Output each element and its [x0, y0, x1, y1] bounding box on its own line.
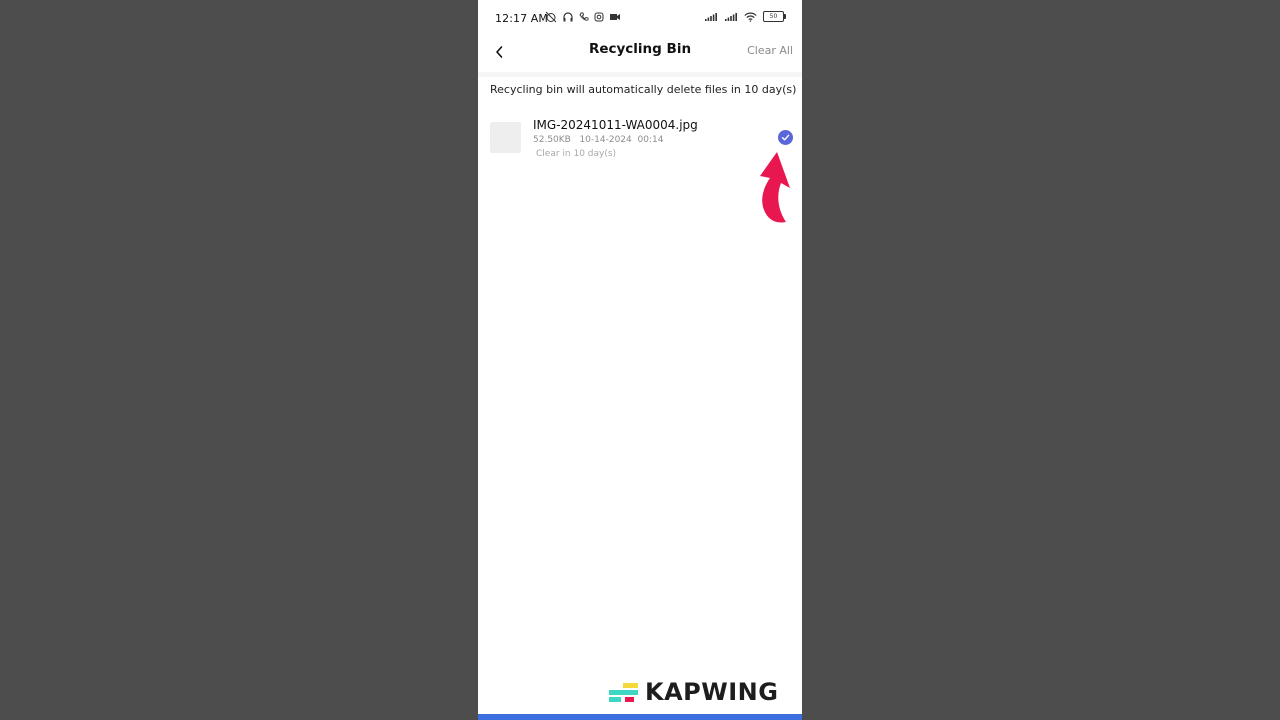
- file-thumbnail: [490, 122, 521, 153]
- watermark-text: KAPWING: [645, 678, 779, 706]
- kapwing-watermark: KAPWING: [609, 678, 778, 706]
- wifi-icon: [744, 12, 757, 22]
- instagram-icon: [594, 12, 604, 22]
- battery-icon: 50: [763, 11, 786, 22]
- status-time: 12:17 AM: [495, 12, 549, 25]
- status-system-icons: 50: [704, 11, 786, 22]
- kapwing-logo-icon: [609, 683, 638, 702]
- signal-strength-icon: [705, 12, 717, 21]
- status-notification-icons: [545, 11, 621, 23]
- file-select-checkbox[interactable]: [778, 130, 793, 145]
- auto-delete-notice: Recycling bin will automatically delete …: [490, 83, 797, 96]
- file-date: 10-14-2024: [579, 135, 632, 145]
- video-frame: 12:17 AM 50 Recycling Bin Clear All Recy…: [0, 0, 1280, 720]
- phone-call-icon: [579, 12, 589, 21]
- app-header: Recycling Bin Clear All: [478, 36, 802, 72]
- phone-screen: 12:17 AM 50 Recycling Bin Clear All Recy…: [478, 0, 802, 720]
- status-bar: 12:17 AM 50: [478, 0, 802, 36]
- headphones-icon: [563, 12, 573, 22]
- curved-arrow-icon: [760, 152, 790, 223]
- video-camera-icon: [610, 14, 620, 20]
- header-divider: [478, 72, 802, 77]
- battery-level: 50: [769, 13, 778, 20]
- file-size: 52.50KB: [533, 135, 571, 145]
- video-progress-bar: [478, 714, 802, 720]
- alarm-off-icon: [545, 11, 557, 23]
- file-time: 00:14: [637, 135, 664, 145]
- check-icon: [781, 134, 790, 141]
- clear-all-button[interactable]: Clear All: [747, 44, 793, 57]
- signal-strength-icon: [725, 12, 737, 21]
- file-name: IMG-20241011-WA0004.jpg: [533, 118, 698, 132]
- file-clear-countdown: Clear in 10 day(s): [536, 149, 617, 159]
- file-meta: 52.50KB 10-14-2024 00:14: [533, 135, 663, 145]
